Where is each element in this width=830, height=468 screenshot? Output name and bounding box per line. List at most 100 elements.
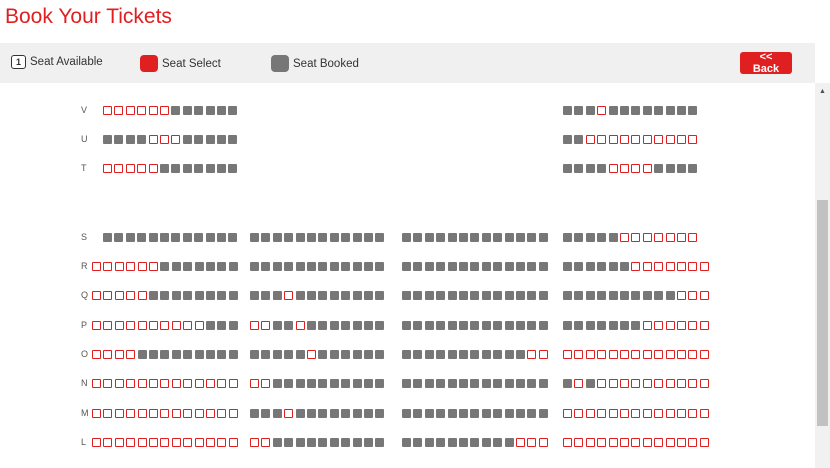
seat-available[interactable] — [677, 350, 686, 359]
seat-available[interactable] — [631, 409, 641, 418]
seat-available[interactable] — [137, 291, 147, 300]
seat-available[interactable] — [688, 321, 698, 330]
seat-available[interactable] — [585, 409, 595, 418]
seat-available[interactable] — [654, 379, 664, 388]
seat-available[interactable] — [642, 135, 652, 144]
seat-available[interactable] — [137, 409, 147, 418]
seat-available[interactable] — [295, 321, 305, 330]
seat-available[interactable] — [608, 164, 618, 173]
seat-available[interactable] — [114, 106, 124, 115]
seat-available[interactable] — [688, 291, 698, 300]
vertical-scrollbar[interactable]: ▲ — [815, 83, 830, 468]
seat-available[interactable] — [597, 379, 607, 388]
seat-available[interactable] — [631, 350, 641, 359]
seat-available[interactable] — [665, 321, 675, 330]
seat-available[interactable] — [194, 321, 204, 330]
seat-available[interactable] — [103, 321, 113, 330]
seat-available[interactable] — [160, 409, 170, 418]
seat-available[interactable] — [642, 438, 652, 447]
seat-available[interactable] — [217, 379, 227, 388]
seat-available[interactable] — [654, 321, 664, 330]
seat-available[interactable] — [307, 350, 316, 359]
seat-available[interactable] — [585, 350, 595, 359]
seat-available[interactable] — [688, 262, 698, 271]
seat-available[interactable] — [608, 350, 618, 359]
seat-available[interactable] — [149, 321, 158, 330]
seat-available[interactable] — [261, 321, 271, 330]
seat-available[interactable] — [527, 438, 537, 447]
seat-available[interactable] — [677, 291, 686, 300]
seat-available[interactable] — [160, 135, 169, 144]
seat-available[interactable] — [126, 321, 136, 330]
seat-available[interactable] — [699, 350, 709, 359]
seat-available[interactable] — [160, 438, 170, 447]
seat-available[interactable] — [160, 321, 170, 330]
seat-available[interactable] — [585, 135, 595, 144]
seat-available[interactable] — [597, 106, 607, 115]
seat-available[interactable] — [563, 409, 572, 418]
seat-available[interactable] — [137, 379, 147, 388]
seat-available[interactable] — [103, 164, 112, 173]
seat-available[interactable] — [527, 350, 537, 359]
seat-available[interactable] — [171, 135, 181, 144]
seat-available[interactable] — [114, 350, 124, 359]
seat-available[interactable] — [631, 135, 641, 144]
seat-available[interactable] — [642, 409, 652, 418]
seat-available[interactable] — [642, 262, 652, 271]
seat-available[interactable] — [642, 350, 652, 359]
seat-available[interactable] — [597, 135, 607, 144]
seat-available[interactable] — [654, 135, 664, 144]
seat-available[interactable] — [137, 262, 147, 271]
seat-available[interactable] — [217, 438, 227, 447]
seat-available[interactable] — [148, 106, 158, 115]
seat-available[interactable] — [171, 438, 181, 447]
seat-available[interactable] — [688, 233, 698, 242]
seat-available[interactable] — [699, 409, 709, 418]
seat-available[interactable] — [620, 135, 629, 144]
seat-available[interactable] — [688, 379, 698, 388]
seat-available[interactable] — [183, 409, 193, 418]
seat-available[interactable] — [114, 379, 124, 388]
seat-available[interactable] — [608, 438, 618, 447]
seat-available[interactable] — [699, 438, 709, 447]
seat-available[interactable] — [103, 438, 113, 447]
seat-available[interactable] — [620, 164, 629, 173]
seat-available[interactable] — [620, 233, 629, 242]
seat-available[interactable] — [206, 438, 215, 447]
seat-available[interactable] — [654, 350, 664, 359]
seat-available[interactable] — [103, 350, 113, 359]
seat-available[interactable] — [160, 106, 169, 115]
seat-available[interactable] — [92, 350, 101, 359]
seat-available[interactable] — [631, 438, 641, 447]
seat-available[interactable] — [92, 438, 101, 447]
seat-available[interactable] — [608, 379, 618, 388]
seat-available[interactable] — [126, 379, 136, 388]
seat-available[interactable] — [114, 438, 124, 447]
seat-available[interactable] — [149, 438, 158, 447]
seat-available[interactable] — [654, 262, 664, 271]
seat-available[interactable] — [126, 262, 136, 271]
seat-available[interactable] — [665, 438, 675, 447]
seat-available[interactable] — [183, 438, 193, 447]
seat-available[interactable] — [125, 106, 135, 115]
seat-available[interactable] — [171, 409, 181, 418]
seat-available[interactable] — [631, 164, 641, 173]
seat-available[interactable] — [206, 379, 215, 388]
seat-available[interactable] — [677, 135, 686, 144]
seat-available[interactable] — [194, 438, 204, 447]
scrollbar-thumb[interactable] — [817, 200, 828, 426]
seat-available[interactable] — [620, 379, 629, 388]
seat-available[interactable] — [103, 409, 113, 418]
seat-available[interactable] — [677, 438, 686, 447]
seat-available[interactable] — [574, 379, 584, 388]
seat-available[interactable] — [654, 233, 664, 242]
seat-available[interactable] — [677, 409, 686, 418]
seat-available[interactable] — [620, 409, 629, 418]
seat-available[interactable] — [677, 233, 686, 242]
seat-available[interactable] — [699, 262, 709, 271]
seat-available[interactable] — [183, 321, 193, 330]
seat-available[interactable] — [642, 379, 652, 388]
seat-available[interactable] — [665, 135, 675, 144]
seat-available[interactable] — [92, 321, 101, 330]
seat-available[interactable] — [688, 409, 698, 418]
